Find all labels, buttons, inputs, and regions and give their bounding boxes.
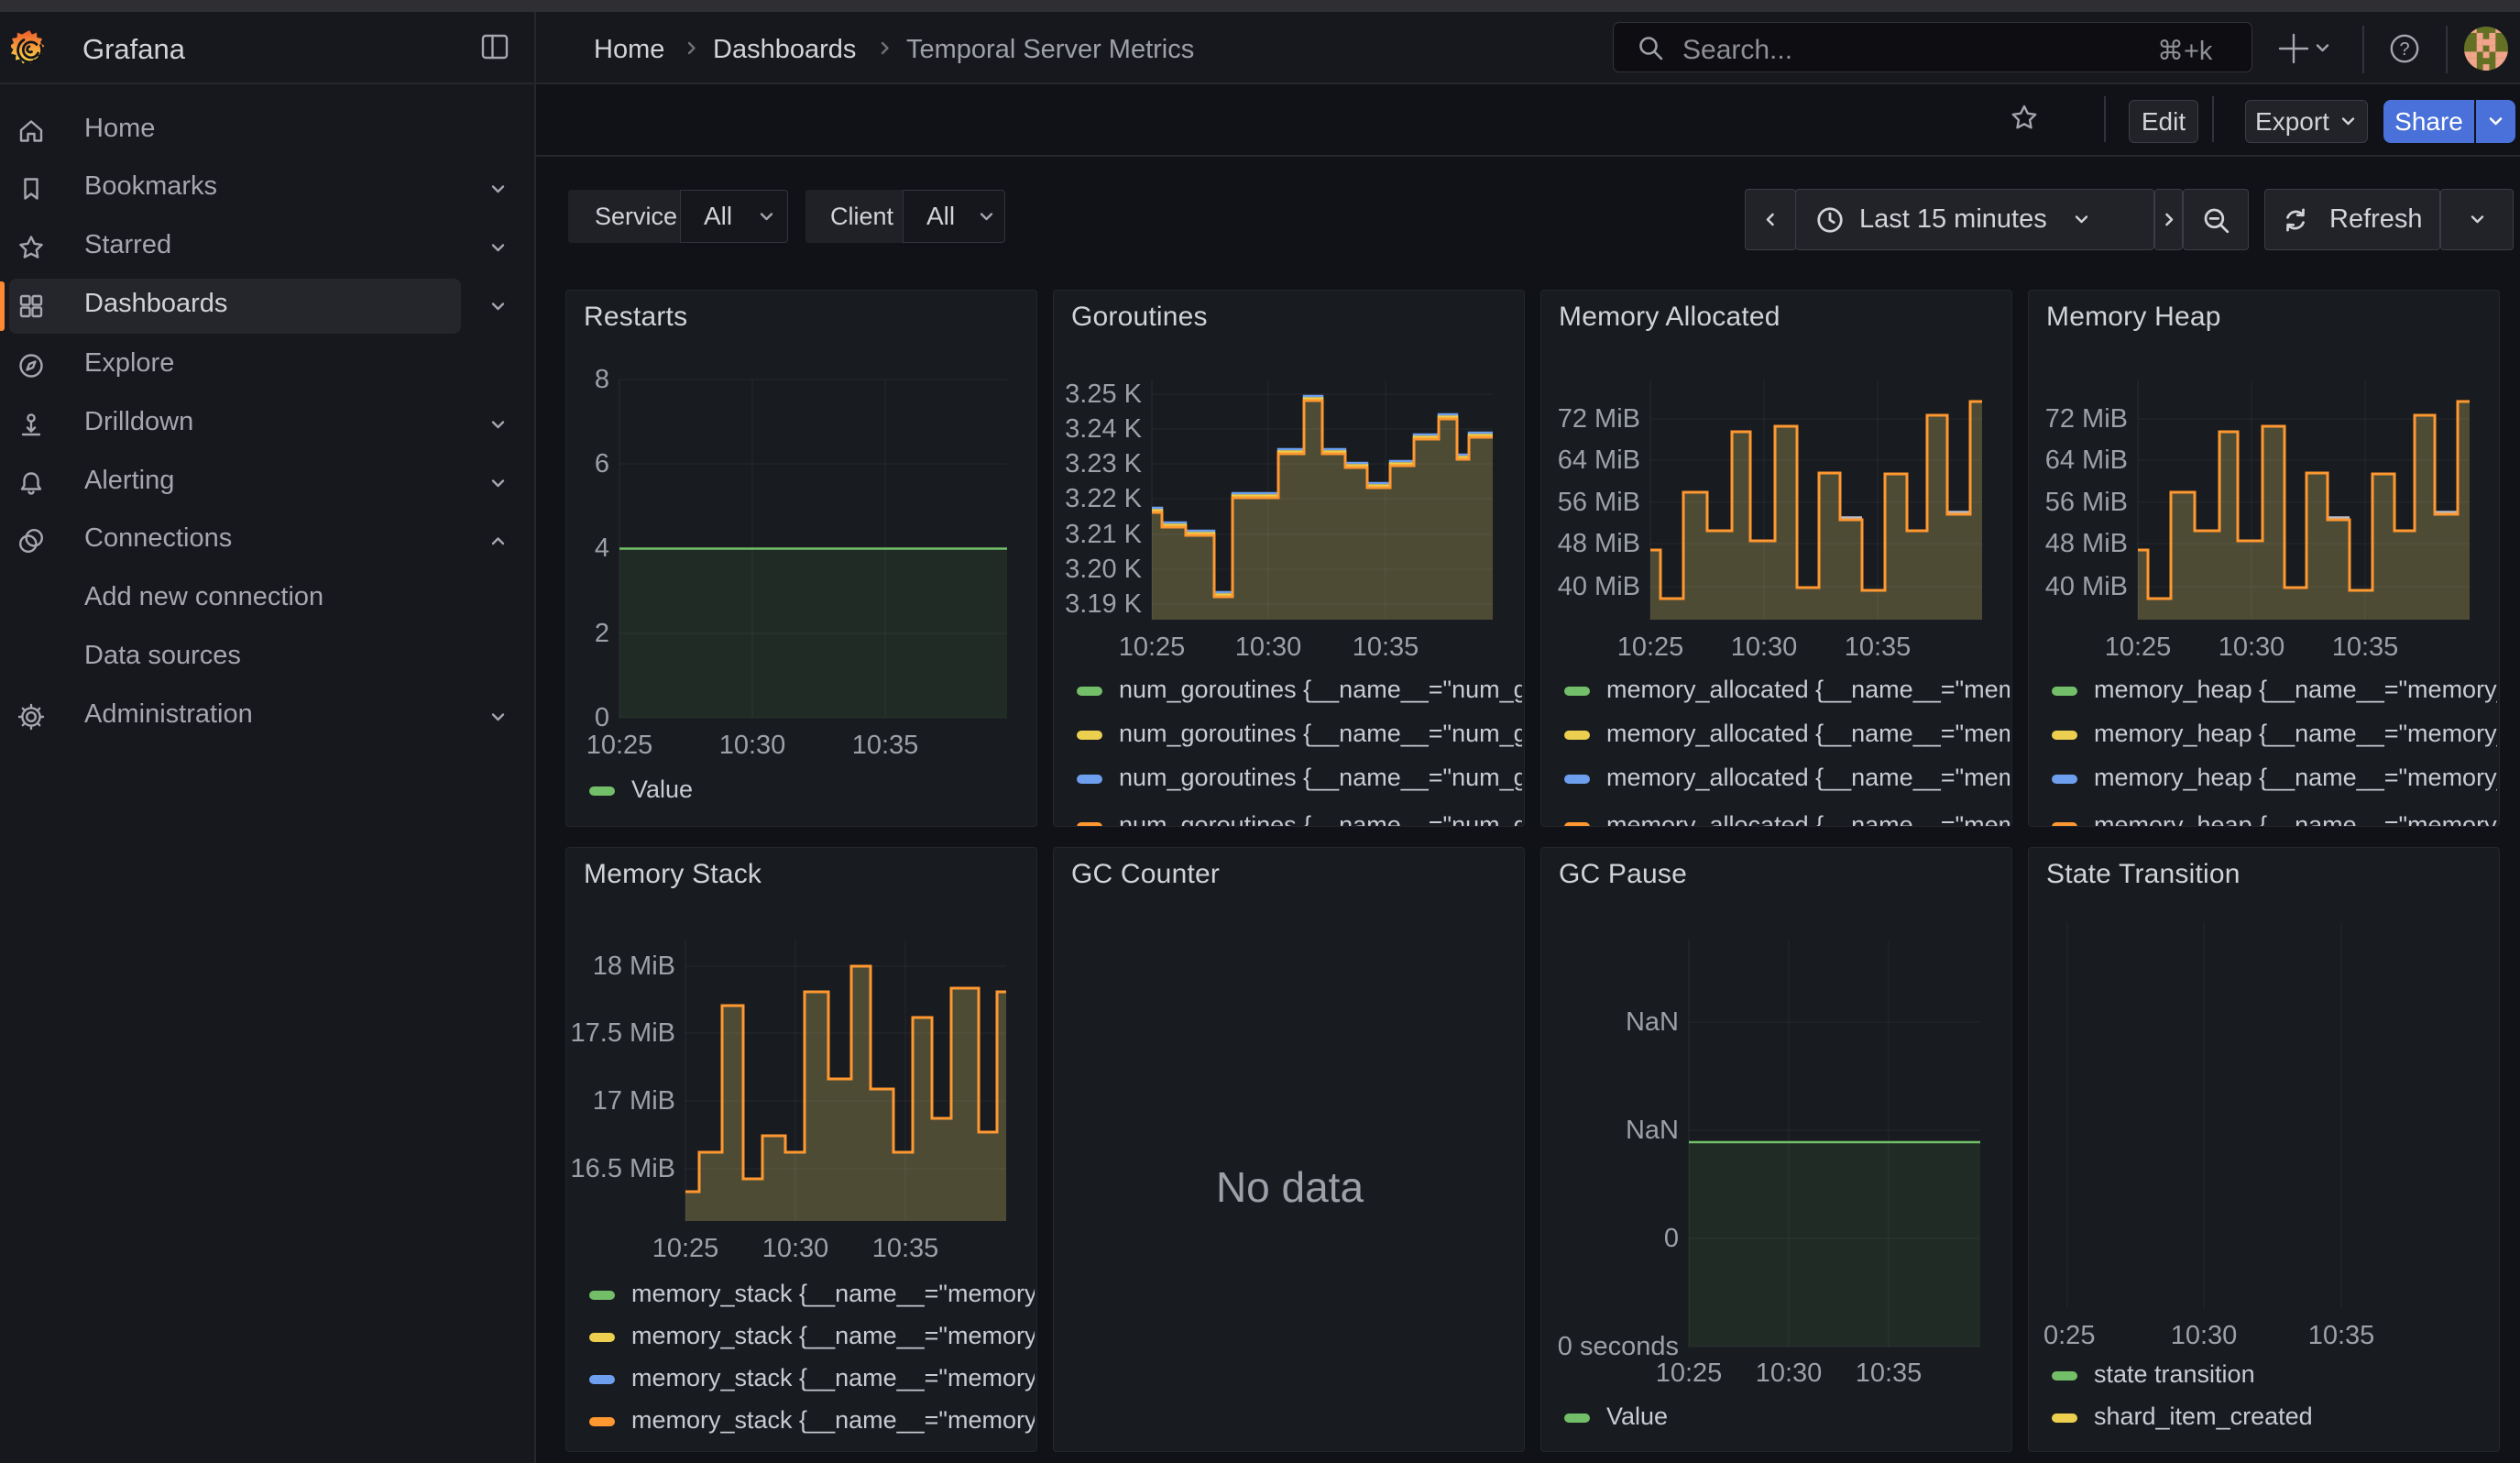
svg-text:?: ?: [2399, 39, 2409, 60]
